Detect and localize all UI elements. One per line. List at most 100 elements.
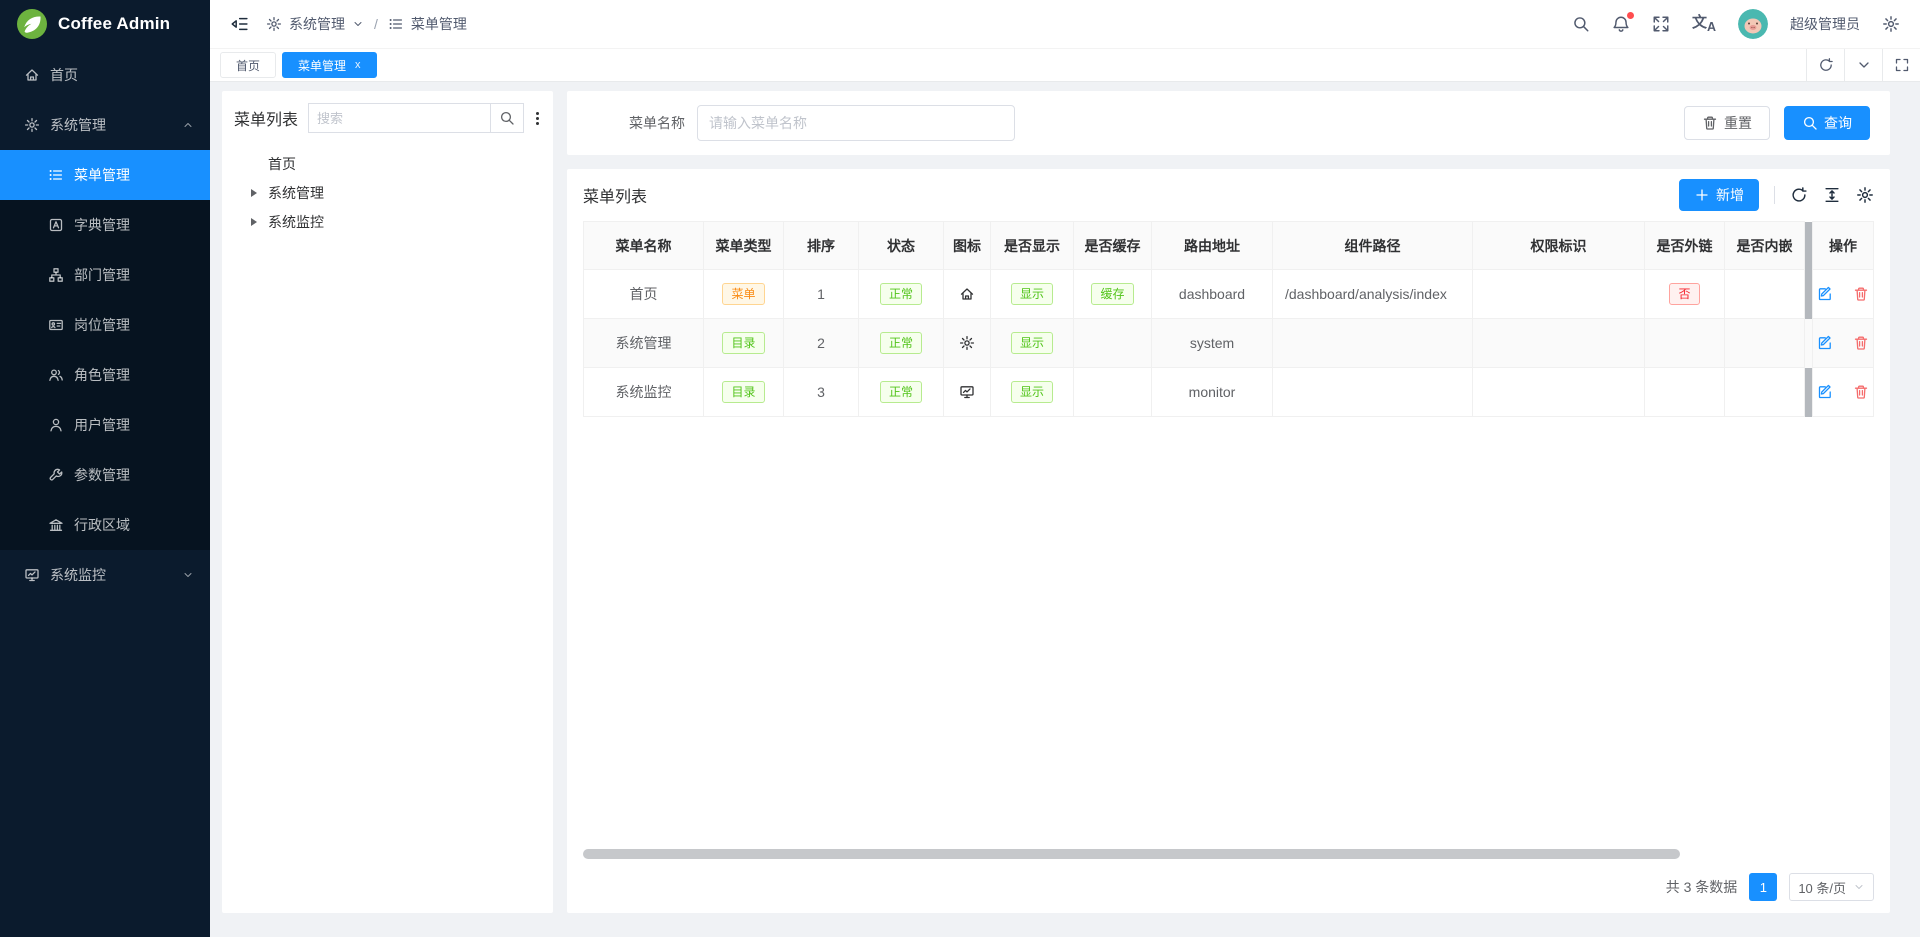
delete-button[interactable] — [1853, 335, 1869, 351]
type-tag: 目录 — [722, 381, 764, 403]
edit-button[interactable] — [1817, 286, 1833, 302]
tree-item-system-management[interactable]: 系统管理 — [234, 178, 541, 207]
sidebar-item-label: 菜单管理 — [74, 165, 130, 185]
pagination-total: 共 3 条数据 — [1666, 877, 1738, 897]
sidebar-item-system-monitor[interactable]: 系统监控 — [0, 550, 210, 600]
menu-name-input[interactable] — [697, 105, 1015, 141]
sidebar-item-home[interactable]: 首页 — [0, 50, 210, 100]
search-icon — [499, 110, 515, 126]
table-vertical-scrollbar[interactable] — [1805, 270, 1813, 319]
presentation-icon — [959, 384, 975, 400]
home-icon — [959, 286, 975, 302]
language-button[interactable]: 文A — [1692, 15, 1716, 34]
roles-icon — [48, 367, 64, 383]
username[interactable]: 超级管理员 — [1790, 14, 1860, 34]
col-permission: 权限标识 — [1473, 222, 1645, 270]
id-card-icon — [48, 317, 64, 333]
sidebar-item-system-management[interactable]: 系统管理 — [0, 100, 210, 150]
delete-button[interactable] — [1853, 384, 1869, 400]
bank-icon — [48, 517, 64, 533]
tree-more-button[interactable] — [534, 110, 541, 127]
reset-button[interactable]: 重置 — [1684, 106, 1770, 140]
tab-close-icon[interactable]: x — [355, 59, 361, 71]
fullscreen-icon — [1652, 15, 1670, 33]
caret-right-icon[interactable] — [251, 189, 257, 197]
search-button[interactable]: 查询 — [1784, 106, 1870, 140]
col-sort: 排序 — [784, 222, 859, 270]
tab-menu-management[interactable]: 菜单管理 x — [282, 52, 377, 78]
trash-icon — [1853, 384, 1869, 400]
tree-item-home[interactable]: 首页 — [234, 149, 541, 178]
sidebar-item-label: 系统管理 — [50, 115, 106, 135]
horizontal-scrollbar-thumb[interactable] — [583, 849, 1680, 859]
row-height-icon — [1823, 186, 1841, 204]
table-card: 菜单列表 新增 — [567, 169, 1890, 913]
sidebar-item-post-management[interactable]: 岗位管理 — [0, 300, 210, 350]
tree-panel-header: 菜单列表 — [234, 103, 541, 133]
sidebar-collapse-button[interactable] — [230, 15, 248, 33]
sidebar-item-role-management[interactable]: 角色管理 — [0, 350, 210, 400]
notifications-button[interactable] — [1612, 15, 1630, 33]
col-component: 组件路径 — [1273, 222, 1473, 270]
table-vertical-scrollbar[interactable] — [1805, 222, 1813, 270]
tab-home[interactable]: 首页 — [220, 52, 276, 78]
content-fullscreen-button[interactable] — [1882, 49, 1920, 81]
edit-icon — [1817, 286, 1833, 302]
status-tag: 正常 — [880, 283, 922, 305]
col-icon: 图标 — [944, 222, 991, 270]
gear-icon — [959, 335, 975, 351]
tree-search-button[interactable] — [490, 103, 524, 133]
table-vertical-scrollbar[interactable] — [1805, 319, 1813, 368]
cell-sort: 3 — [784, 368, 859, 417]
column-settings-button[interactable] — [1856, 186, 1874, 204]
fullscreen-button[interactable] — [1652, 15, 1670, 33]
cell-status: 正常 — [859, 368, 944, 417]
avatar[interactable] — [1738, 9, 1768, 39]
table-row[interactable]: 系统监控 目录 3 正常 显示 monitor — [584, 368, 1874, 417]
search-button[interactable] — [1572, 15, 1590, 33]
sidebar: Coffee Admin 首页 系统管理 菜单管理 字典管理 — [0, 0, 210, 937]
delete-button[interactable] — [1853, 286, 1869, 302]
sidebar-item-label: 行政区域 — [74, 515, 130, 535]
breadcrumb-level2: 菜单管理 — [411, 14, 467, 34]
page-number-button[interactable]: 1 — [1749, 873, 1777, 901]
presentation-icon — [24, 567, 40, 583]
tree-search-input[interactable] — [308, 103, 490, 133]
edit-button[interactable] — [1817, 384, 1833, 400]
app-logo: Coffee Admin — [0, 0, 210, 48]
cell-menu-type: 目录 — [704, 319, 784, 368]
sidebar-item-user-management[interactable]: 用户管理 — [0, 400, 210, 450]
tree-item-system-monitor[interactable]: 系统监控 — [234, 207, 541, 236]
col-embedded: 是否内嵌 — [1725, 222, 1805, 270]
sidebar-item-admin-region[interactable]: 行政区域 — [0, 500, 210, 550]
sidebar-item-dict-management[interactable]: 字典管理 — [0, 200, 210, 250]
caret-right-icon[interactable] — [251, 218, 257, 226]
refresh-table-button[interactable] — [1790, 186, 1808, 204]
tree-item-label: 首页 — [268, 154, 296, 174]
tab-label: 菜单管理 — [298, 57, 346, 74]
breadcrumb-level1[interactable]: 系统管理 — [289, 14, 345, 34]
tabbar-controls — [1806, 49, 1920, 81]
table-vertical-scrollbar[interactable] — [1805, 368, 1813, 417]
edit-button[interactable] — [1817, 335, 1833, 351]
chevron-down-icon — [1856, 57, 1872, 73]
sidebar-item-dept-management[interactable]: 部门管理 — [0, 250, 210, 300]
cell-permission — [1473, 368, 1645, 417]
content: 菜单列表 首页 系统管理 — [210, 82, 1920, 937]
sidebar-item-menu-management[interactable]: 菜单管理 — [0, 150, 210, 200]
row-height-button[interactable] — [1823, 186, 1841, 204]
table-row[interactable]: 首页 菜单 1 正常 显示 缓存 dashboard /dashboard/an… — [584, 270, 1874, 319]
settings-button[interactable] — [1882, 15, 1900, 33]
page-size-select[interactable]: 10 条/页 — [1789, 873, 1874, 901]
tabbar: 首页 菜单管理 x — [210, 48, 1920, 82]
sidebar-item-label: 系统监控 — [50, 565, 106, 585]
sidebar-item-param-management[interactable]: 参数管理 — [0, 450, 210, 500]
add-button[interactable]: 新增 — [1679, 179, 1759, 211]
cell-icon — [944, 270, 991, 319]
table-row[interactable]: 系统管理 目录 2 正常 显示 system — [584, 319, 1874, 368]
refresh-tab-button[interactable] — [1806, 49, 1844, 81]
tab-list-dropdown-button[interactable] — [1844, 49, 1882, 81]
menu-tree-panel: 菜单列表 首页 系统管理 — [222, 91, 553, 913]
cell-route: system — [1152, 319, 1273, 368]
chevron-down-icon[interactable] — [352, 18, 364, 30]
